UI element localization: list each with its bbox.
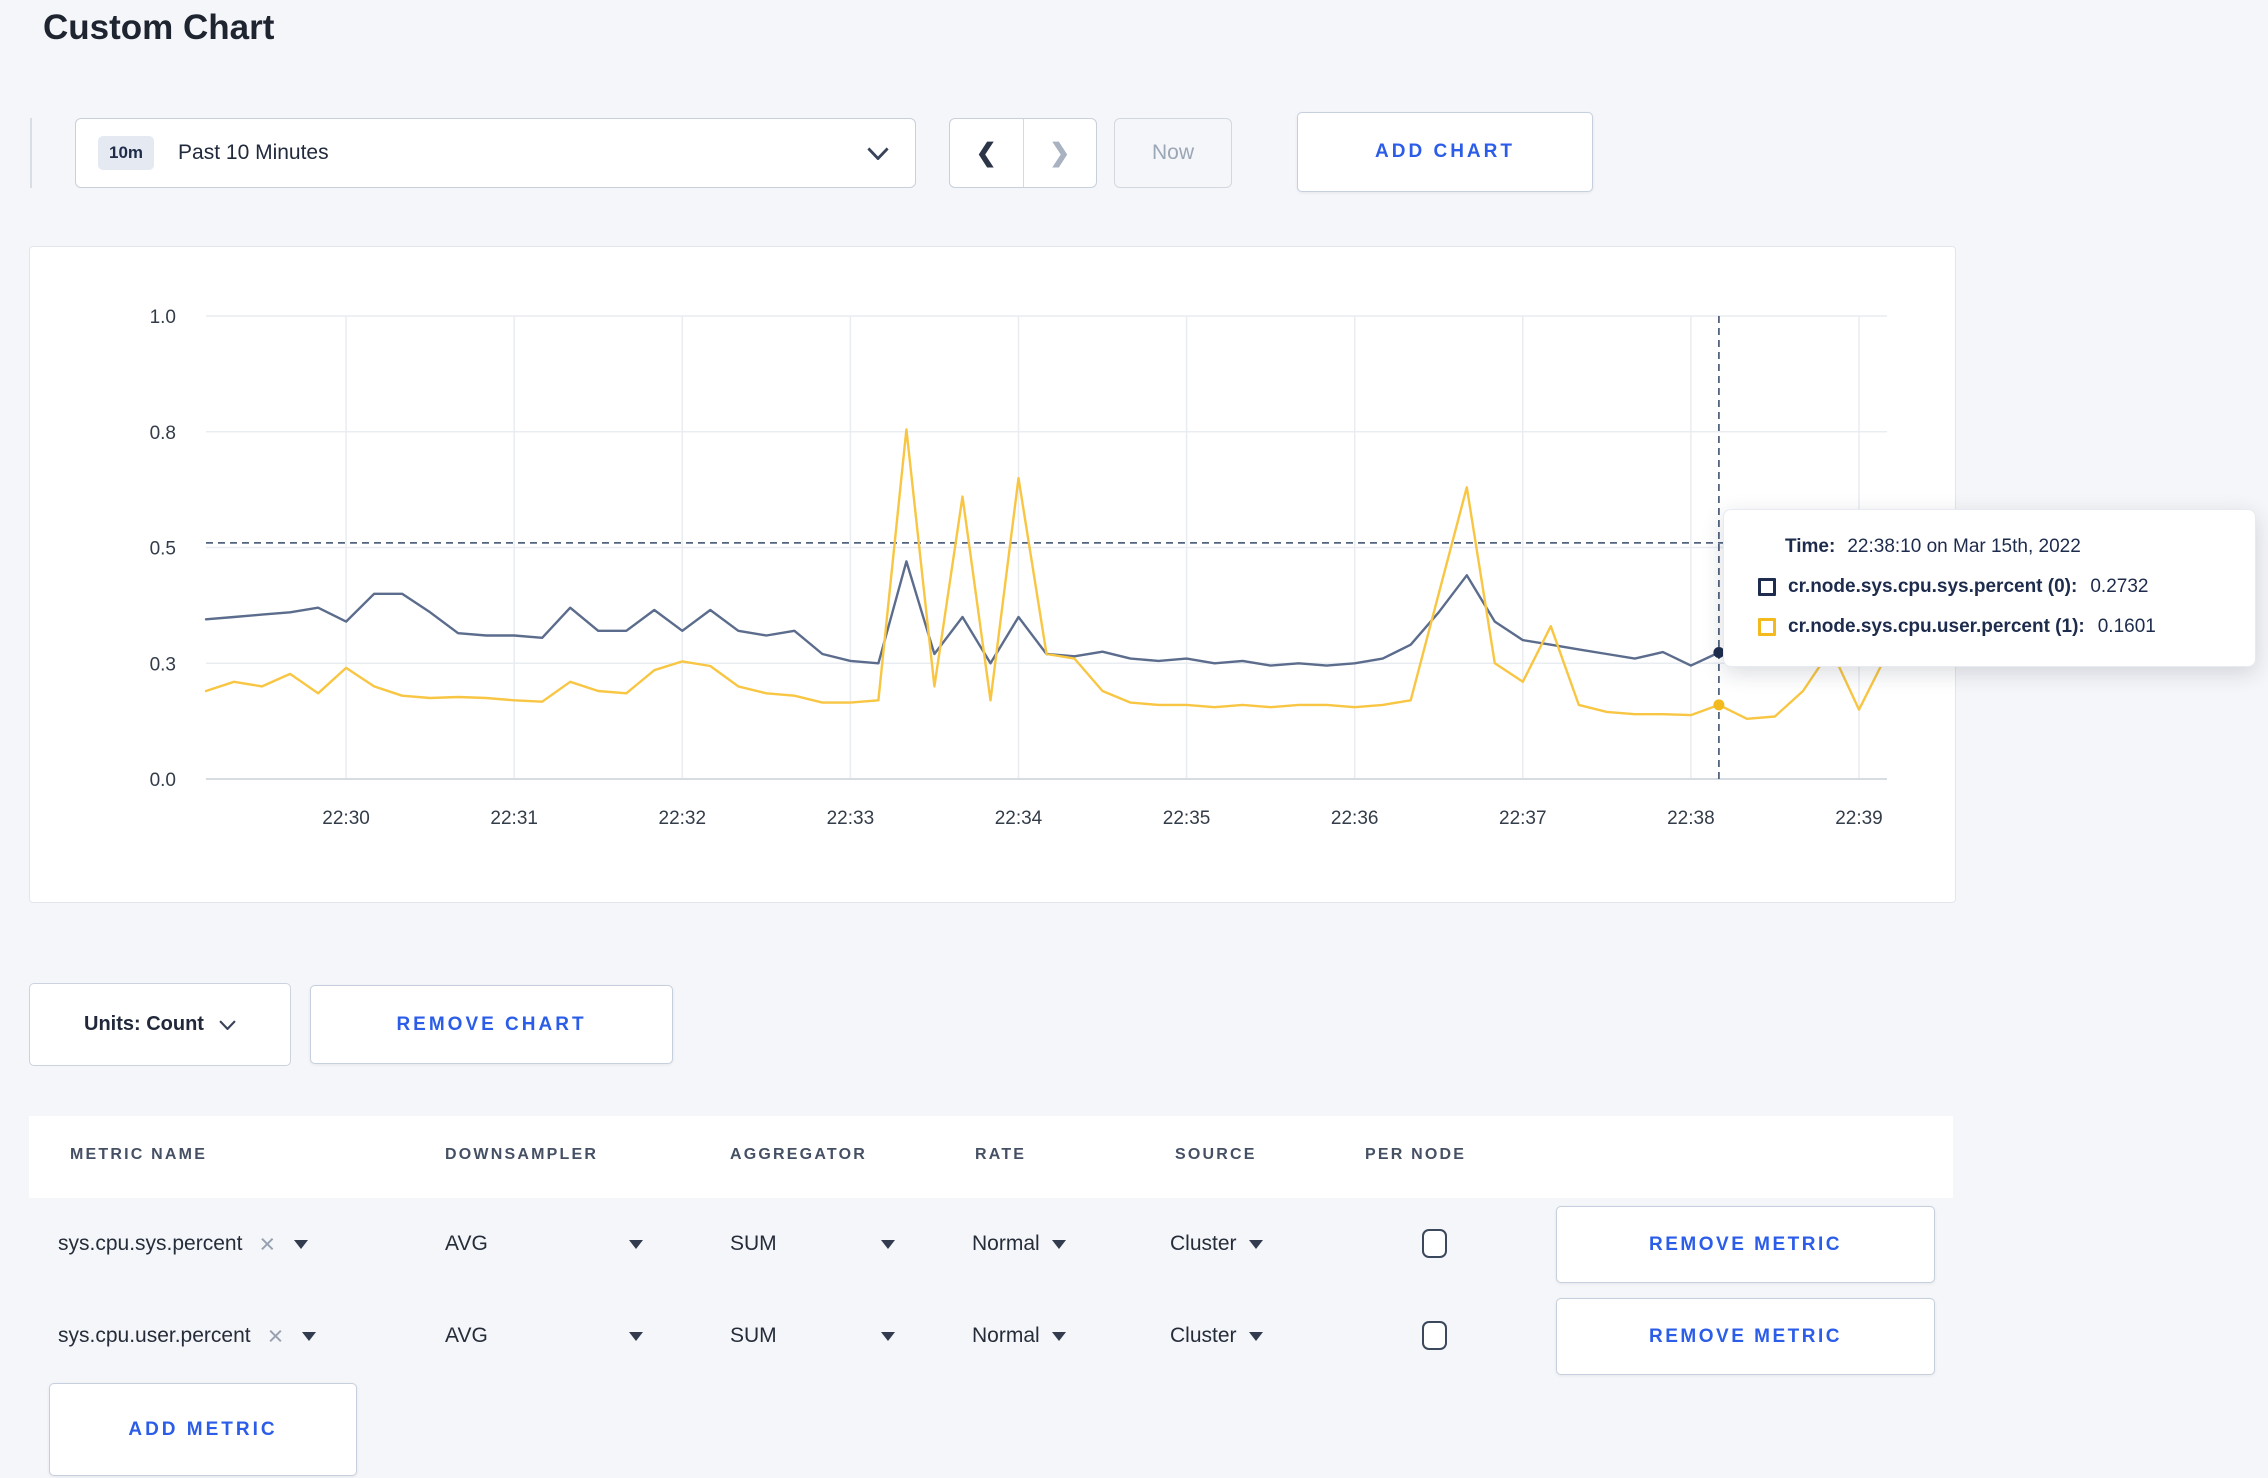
dropdown-caret-icon	[302, 1331, 317, 1341]
column-header-per-node: PER NODE	[1365, 1146, 1467, 1163]
downsampler-select[interactable]: AVG	[445, 1290, 643, 1382]
tooltip-series-value: 0.1601	[2097, 616, 2156, 637]
clear-metric-icon[interactable]: ×	[268, 1322, 284, 1350]
rate-value: Normal	[972, 1232, 1040, 1255]
column-header-aggregator: AGGREGATOR	[730, 1146, 867, 1163]
tooltip-series-row: cr.node.sys.cpu.sys.percent (0): 0.2732	[1758, 576, 2255, 598]
dropdown-caret-icon	[1248, 1239, 1263, 1249]
chevron-left-icon: ❮	[975, 139, 997, 167]
line-chart: 22:30 22:31 22:32 22:33 22:34 22:35 22:36 22:37…	[150, 307, 1889, 829]
tooltip-series-label: cr.node.sys.cpu.user.percent (1):	[1788, 616, 2085, 637]
dropdown-caret-icon	[629, 1239, 643, 1249]
rate-select[interactable]: Normal	[972, 1198, 1066, 1290]
metric-name-select[interactable]: sys.cpu.user.percent ×	[58, 1290, 317, 1382]
time-range-badge: 10m	[98, 136, 155, 170]
svg-text:22:32: 22:32	[659, 808, 707, 829]
tooltip-series-value: 0.2732	[2090, 576, 2149, 597]
aggregator-value: SUM	[730, 1324, 777, 1347]
dropdown-caret-icon	[1051, 1331, 1066, 1341]
now-button[interactable]: Now	[1114, 118, 1232, 188]
units-dropdown[interactable]: Units: Count	[29, 983, 291, 1066]
downsampler-select[interactable]: AVG	[445, 1198, 643, 1290]
rate-value: Normal	[972, 1324, 1040, 1347]
custom-chart-page: Custom Chart 10m Past 10 Minutes ❮ ❯ Now…	[0, 0, 2268, 1478]
units-label: Units: Count	[84, 1013, 204, 1035]
dropdown-caret-icon	[881, 1239, 895, 1249]
column-header-metric-name: METRIC NAME	[70, 1146, 208, 1163]
aggregator-value: SUM	[730, 1232, 777, 1255]
downsampler-value: AVG	[445, 1232, 488, 1255]
per-node-checkbox[interactable]	[1422, 1321, 1447, 1350]
series-swatch-icon	[1758, 578, 1776, 596]
dropdown-caret-icon	[881, 1331, 895, 1341]
time-pager: ❮ ❯	[949, 118, 1097, 188]
time-back-button[interactable]: ❮	[950, 119, 1024, 187]
per-node-checkbox[interactable]	[1422, 1229, 1447, 1258]
rate-select[interactable]: Normal	[972, 1290, 1066, 1382]
dropdown-caret-icon	[294, 1239, 309, 1249]
series-swatch-icon	[1758, 618, 1776, 636]
add-metric-button[interactable]: ADD METRIC	[49, 1383, 357, 1476]
toolbar-divider	[30, 118, 32, 188]
time-range-dropdown[interactable]: 10m Past 10 Minutes	[75, 118, 916, 188]
remove-metric-button[interactable]: REMOVE METRIC	[1556, 1298, 1935, 1375]
chevron-right-icon: ❯	[1049, 139, 1071, 167]
source-select[interactable]: Cluster	[1170, 1198, 1263, 1290]
source-value: Cluster	[1170, 1232, 1237, 1255]
tooltip-series-row: cr.node.sys.cpu.user.percent (1): 0.1601	[1758, 616, 2255, 638]
svg-text:22:35: 22:35	[1163, 808, 1211, 829]
tooltip-series-label: cr.node.sys.cpu.sys.percent (0):	[1788, 576, 2078, 597]
time-forward-button[interactable]: ❯	[1024, 119, 1097, 187]
column-header-rate: RATE	[975, 1146, 1027, 1163]
downsampler-value: AVG	[445, 1324, 488, 1347]
tooltip-time-value: 22:38:10 on Mar 15th, 2022	[1847, 536, 2081, 557]
svg-text:0.8: 0.8	[150, 423, 176, 444]
svg-text:0.0: 0.0	[150, 770, 176, 791]
dropdown-caret-icon	[1051, 1239, 1066, 1249]
svg-text:22:38: 22:38	[1667, 808, 1715, 829]
remove-metric-button[interactable]: REMOVE METRIC	[1556, 1206, 1935, 1283]
metric-name-value: sys.cpu.sys.percent	[58, 1232, 243, 1255]
chevron-down-icon	[867, 146, 889, 160]
dropdown-caret-icon	[629, 1331, 643, 1341]
chevron-down-icon	[219, 1019, 236, 1030]
svg-text:22:33: 22:33	[827, 808, 875, 829]
metric-name-select[interactable]: sys.cpu.sys.percent ×	[58, 1198, 309, 1290]
column-header-downsampler: DOWNSAMPLER	[445, 1146, 599, 1163]
svg-text:22:30: 22:30	[322, 808, 370, 829]
source-select[interactable]: Cluster	[1170, 1290, 1263, 1382]
svg-text:22:31: 22:31	[490, 808, 538, 829]
page-title: Custom Chart	[43, 8, 275, 47]
chart-panel: 22:30 22:31 22:32 22:33 22:34 22:35 22:36 22:37…	[29, 246, 1956, 903]
source-value: Cluster	[1170, 1324, 1237, 1347]
dropdown-caret-icon	[1248, 1331, 1263, 1341]
aggregator-select[interactable]: SUM	[730, 1198, 895, 1290]
metric-row: sys.cpu.sys.percent × AVG SUM Normal Cluster R…	[29, 1198, 1953, 1290]
svg-text:0.3: 0.3	[150, 654, 176, 675]
clear-metric-icon[interactable]: ×	[259, 1230, 275, 1258]
time-range-label: Past 10 Minutes	[178, 141, 329, 164]
metric-name-value: sys.cpu.user.percent	[58, 1324, 251, 1347]
metric-row: sys.cpu.user.percent × AVG SUM Normal Cluster…	[29, 1290, 1953, 1382]
tooltip-time-row: Time: 22:38:10 on Mar 15th, 2022	[1785, 536, 2255, 558]
svg-text:22:39: 22:39	[1835, 808, 1883, 829]
aggregator-select[interactable]: SUM	[730, 1290, 895, 1382]
metrics-table: METRIC NAME DOWNSAMPLER AGGREGATOR RATE SOUR…	[29, 1116, 1953, 1383]
svg-text:22:37: 22:37	[1499, 808, 1547, 829]
add-chart-button[interactable]: ADD CHART	[1297, 112, 1593, 192]
svg-text:22:36: 22:36	[1331, 808, 1379, 829]
tooltip-time-label: Time:	[1785, 536, 1836, 557]
svg-text:0.5: 0.5	[150, 539, 176, 560]
svg-text:1.0: 1.0	[150, 307, 176, 328]
remove-chart-button[interactable]: REMOVE CHART	[310, 985, 673, 1064]
svg-text:22:34: 22:34	[995, 808, 1043, 829]
metrics-table-header: METRIC NAME DOWNSAMPLER AGGREGATOR RATE SOUR…	[29, 1116, 1953, 1198]
chart-tooltip: Time: 22:38:10 on Mar 15th, 2022 cr.node.…	[1723, 509, 2256, 667]
column-header-source: SOURCE	[1175, 1146, 1257, 1163]
